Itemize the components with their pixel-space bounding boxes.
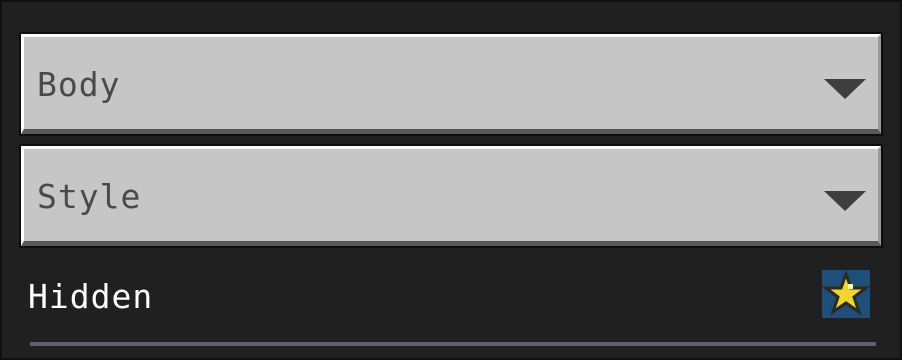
character-options-panel: Body Style Hidden bbox=[0, 0, 902, 360]
hidden-row: Hidden bbox=[28, 270, 876, 320]
style-dropdown[interactable]: Style bbox=[19, 144, 883, 248]
hidden-label: Hidden bbox=[28, 277, 154, 316]
divider bbox=[30, 342, 876, 346]
body-dropdown-label: Body bbox=[37, 65, 121, 104]
star-icon[interactable] bbox=[822, 270, 870, 318]
body-dropdown[interactable]: Body bbox=[19, 32, 883, 136]
style-dropdown-label: Style bbox=[37, 177, 142, 216]
chevron-down-icon bbox=[824, 191, 866, 211]
chevron-down-icon bbox=[824, 79, 866, 99]
